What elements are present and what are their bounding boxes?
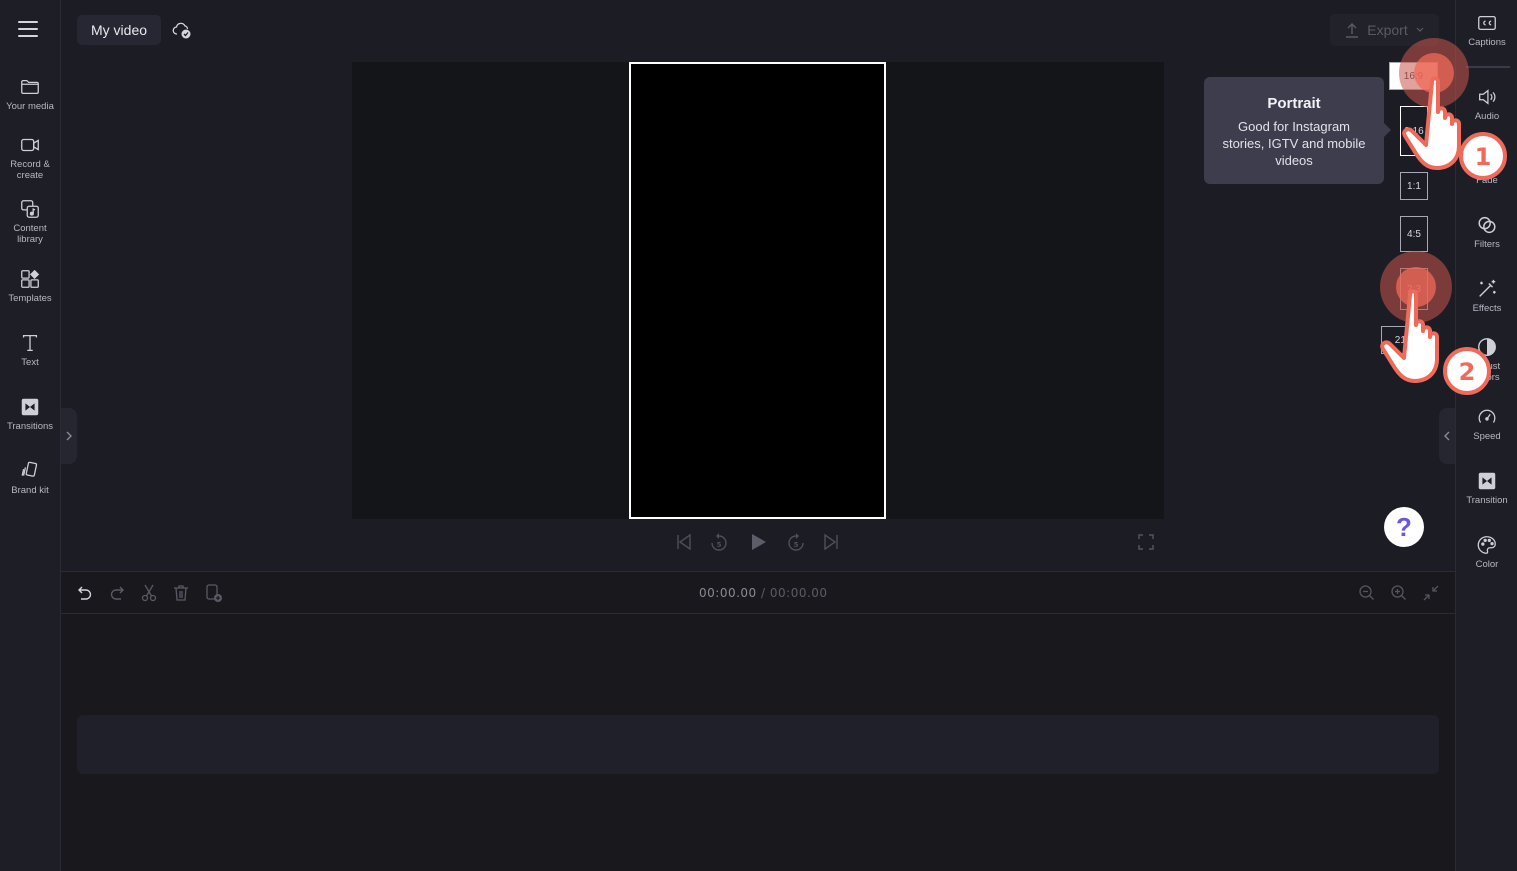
- sidebar-item-fade[interactable]: Fade: [1456, 150, 1517, 186]
- sidebar-item-label: Captions: [1468, 37, 1506, 48]
- aspect-ratio-1-1[interactable]: 1:1: [1400, 172, 1428, 200]
- aspect-ratio-2-3[interactable]: 2:3: [1400, 268, 1428, 310]
- sidebar-item-text[interactable]: Text: [0, 332, 60, 368]
- sidebar-item-label: Transition: [1466, 495, 1508, 506]
- sidebar-item-label: Record & create: [10, 159, 50, 181]
- sidebar-item-color[interactable]: Color: [1456, 534, 1517, 570]
- undo-icon[interactable]: [75, 583, 95, 603]
- sidebar-item-label: Adjust colors: [1473, 361, 1501, 383]
- tooltip-body: Good for Instagram stories, IGTV and mob…: [1222, 119, 1366, 168]
- export-label: Export: [1367, 22, 1408, 38]
- timeline-panel: 00:00.00 / 00:00.00: [61, 571, 1455, 871]
- play-icon[interactable]: [747, 531, 769, 553]
- video-camera-icon: [21, 138, 39, 152]
- sidebar-item-label: Audio: [1474, 111, 1500, 122]
- brand-kit-icon: [21, 461, 38, 477]
- captions-icon: [1478, 15, 1496, 31]
- sidebar-item-label: Speed: [1473, 431, 1501, 442]
- transitions-icon: [21, 398, 39, 416]
- transition-icon: [1478, 472, 1496, 490]
- sidebar-item-filters[interactable]: Filters: [1456, 214, 1517, 250]
- sidebar-item-adjust-colors[interactable]: Adjust colors: [1456, 336, 1517, 383]
- sidebar-item-content-library[interactable]: Content library: [0, 198, 60, 245]
- sidebar-item-audio[interactable]: Audio: [1456, 86, 1517, 122]
- skip-to-end-icon[interactable]: [820, 531, 842, 553]
- text-icon: [22, 335, 38, 351]
- zoom-in-icon[interactable]: [1389, 583, 1409, 603]
- filters-icon: [1478, 216, 1496, 234]
- redo-icon[interactable]: [107, 583, 127, 603]
- expand-left-panel-button[interactable]: [61, 408, 77, 464]
- sidebar-item-label: Filters: [1474, 239, 1500, 250]
- collapse-right-panel-button[interactable]: [1439, 408, 1455, 464]
- adjust-colors-icon: [1478, 338, 1496, 356]
- sidebar-item-label: Text: [21, 357, 39, 368]
- help-button[interactable]: ?: [1384, 507, 1424, 547]
- fade-icon: [1477, 154, 1497, 168]
- sidebar-item-label: Your media: [6, 101, 54, 112]
- sidebar-item-speed[interactable]: Speed: [1456, 406, 1517, 442]
- rewind-5s-icon[interactable]: 5: [708, 531, 730, 553]
- upload-icon: [1346, 23, 1359, 38]
- folder-icon: [21, 79, 39, 95]
- aspect-ratio-4-5[interactable]: 4:5: [1400, 216, 1428, 252]
- zoom-out-icon[interactable]: [1357, 583, 1377, 603]
- total-time: 00:00.00: [769, 586, 828, 600]
- audio-icon: [1479, 89, 1496, 105]
- sidebar-item-label: Brand kit: [11, 485, 49, 496]
- sidebar-item-transitions[interactable]: Transitions: [0, 396, 60, 432]
- svg-text:5: 5: [717, 541, 722, 549]
- svg-text:5: 5: [794, 541, 799, 549]
- timeline-toolbar: 00:00.00 / 00:00.00: [61, 572, 1455, 614]
- export-button[interactable]: Export: [1330, 14, 1439, 46]
- scissors-icon[interactable]: [139, 583, 159, 603]
- tooltip-title: Portrait: [1267, 95, 1321, 112]
- skip-to-start-icon[interactable]: [673, 531, 695, 553]
- templates-icon: [21, 269, 40, 288]
- app-root: Your media Record & create Content libra…: [0, 0, 1517, 871]
- current-time: 00:00.00: [699, 586, 757, 600]
- aspect-ratio-16-9[interactable]: 16:9: [1389, 62, 1438, 90]
- sidebar-item-templates[interactable]: Templates: [0, 268, 60, 304]
- left-sidebar: Your media Record & create Content libra…: [0, 0, 61, 871]
- sidebar-item-transition[interactable]: Transition: [1456, 470, 1517, 506]
- sidebar-item-label: Content library: [13, 223, 47, 245]
- aspect-ratio-tooltip: Portrait Good for Instagram stories, IGT…: [1204, 77, 1391, 184]
- chevron-left-icon: [1444, 431, 1450, 441]
- speed-icon: [1478, 409, 1496, 423]
- forward-5s-icon[interactable]: 5: [785, 531, 807, 553]
- chevron-down-icon: [1416, 27, 1424, 32]
- cloud-check-icon: [172, 22, 191, 39]
- chevron-right-icon: [66, 431, 72, 441]
- project-title-field[interactable]: My video: [77, 15, 162, 45]
- hamburger-menu-button[interactable]: [18, 21, 38, 37]
- video-canvas[interactable]: [629, 62, 886, 519]
- right-sidebar-divider: [1466, 66, 1510, 68]
- sidebar-item-label: Fade: [1476, 175, 1498, 186]
- sidebar-item-record-create[interactable]: Record & create: [0, 134, 60, 181]
- right-sidebar: Captions Audio Fade Filters Effects Adju…: [1455, 0, 1517, 871]
- timeline-track[interactable]: [77, 715, 1439, 774]
- aspect-ratio-21-9[interactable]: 21:9: [1381, 326, 1428, 354]
- effects-icon: [1479, 279, 1496, 297]
- content-library-icon: [21, 200, 39, 218]
- time-separator: /: [761, 586, 766, 600]
- sidebar-item-label: Templates: [8, 293, 52, 304]
- color-palette-icon: [1477, 536, 1496, 554]
- sidebar-item-label: Transitions: [6, 421, 54, 432]
- duplicate-add-icon[interactable]: [204, 583, 224, 603]
- timecode: 00:00.00 / 00:00.00: [699, 586, 828, 600]
- sidebar-item-your-media[interactable]: Your media: [0, 76, 60, 112]
- sidebar-item-brand-kit[interactable]: Brand kit: [0, 460, 60, 496]
- sidebar-item-label: Effects: [1472, 303, 1502, 314]
- sidebar-item-captions[interactable]: Captions: [1456, 12, 1517, 48]
- aspect-ratio-9-16[interactable]: 9:16: [1400, 106, 1428, 156]
- sidebar-item-effects[interactable]: Effects: [1456, 278, 1517, 314]
- sidebar-item-label: Color: [1475, 559, 1499, 570]
- fullscreen-icon[interactable]: [1137, 533, 1155, 551]
- fit-timeline-icon[interactable]: [1421, 583, 1441, 603]
- trash-icon[interactable]: [171, 583, 191, 603]
